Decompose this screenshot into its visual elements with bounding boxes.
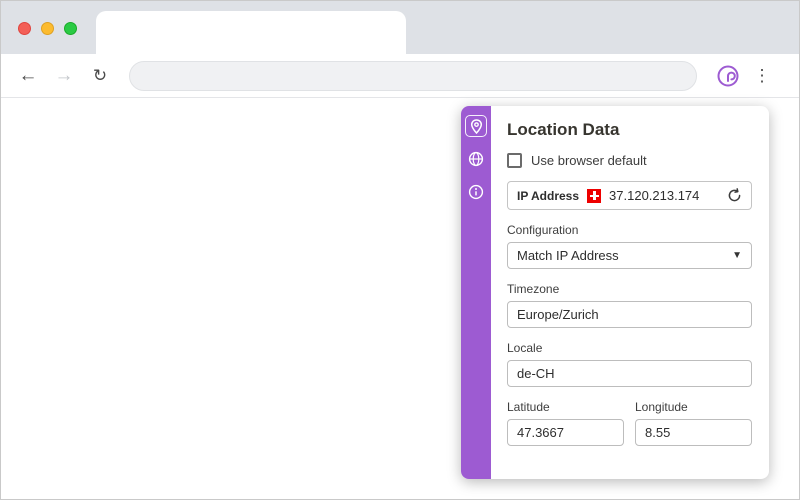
longitude-input[interactable] — [635, 419, 752, 446]
address-bar[interactable] — [129, 60, 697, 91]
refresh-ip-button[interactable] — [727, 188, 742, 203]
panel-sidebar — [461, 106, 491, 479]
browser-menu-button[interactable]: ⋮ — [749, 63, 775, 89]
ip-address-box: IP Address 37.120.213.174 — [507, 181, 752, 210]
use-browser-default-label: Use browser default — [531, 153, 647, 168]
chevron-down-icon: ▼ — [732, 250, 742, 261]
panel-content: Location Data Use browser default IP Add… — [491, 106, 769, 479]
location-data-panel: Location Data Use browser default IP Add… — [461, 106, 769, 479]
ip-address-label: IP Address — [517, 188, 580, 203]
longitude-label: Longitude — [635, 400, 688, 414]
locale-input[interactable] — [507, 360, 752, 387]
browser-tab[interactable] — [96, 11, 406, 54]
reload-button[interactable]: ↻ — [85, 61, 115, 91]
info-icon[interactable] — [465, 181, 487, 203]
configuration-label: Configuration — [507, 223, 579, 237]
minimize-window-button[interactable] — [41, 22, 54, 35]
configuration-value: Match IP Address — [517, 248, 619, 263]
back-button[interactable]: ← — [13, 61, 43, 91]
window-controls — [18, 22, 77, 35]
timezone-input[interactable] — [507, 301, 752, 328]
ip-address-value: 37.120.213.174 — [609, 188, 700, 203]
switzerland-flag-icon — [587, 188, 602, 203]
browser-tabstrip — [1, 1, 799, 54]
locale-label: Locale — [507, 341, 543, 355]
latitude-label: Latitude — [507, 400, 550, 414]
configuration-select[interactable]: Match IP Address ▼ — [507, 242, 752, 269]
timezone-label: Timezone — [507, 282, 560, 296]
latitude-input[interactable] — [507, 419, 624, 446]
forward-button[interactable]: → — [49, 61, 79, 91]
refresh-icon — [728, 188, 741, 202]
location-pin-icon[interactable] — [465, 115, 487, 137]
extension-logo-icon — [717, 65, 739, 86]
browser-toolbar: ← → ↻ ⋮ — [1, 54, 799, 98]
panel-title: Location Data — [507, 120, 620, 139]
globe-icon[interactable] — [465, 148, 487, 170]
lat-lng-row: Latitude Longitude — [507, 400, 752, 459]
use-browser-default-row: Use browser default — [507, 153, 752, 168]
close-window-button[interactable] — [18, 22, 31, 35]
maximize-window-button[interactable] — [64, 22, 77, 35]
use-browser-default-checkbox[interactable] — [507, 153, 522, 168]
privacy-extension-icon[interactable] — [715, 63, 741, 89]
